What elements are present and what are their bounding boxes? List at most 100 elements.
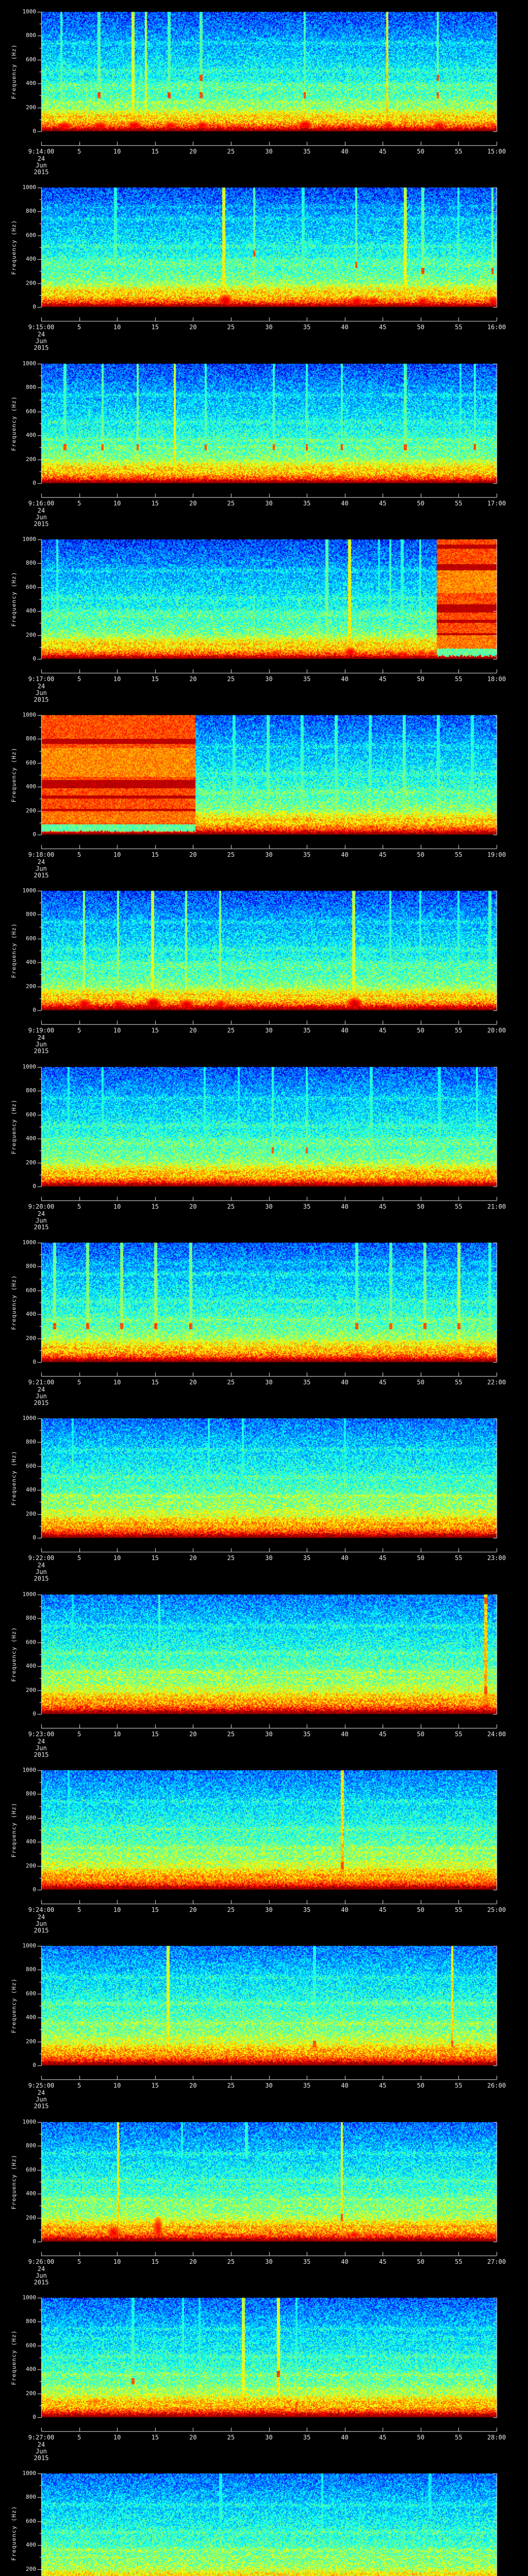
x-axis-tick-label: 50: [417, 851, 425, 858]
start-time-label: 9:14:00: [28, 148, 55, 155]
y-axis-tick-label: 1000: [22, 887, 37, 894]
x-axis-tick-label: 15: [151, 148, 159, 155]
x-axis-tick-label: 35: [303, 1203, 311, 1210]
y-axis-tick-label: 0: [32, 1710, 36, 1717]
y-axis-tick-label: 200: [26, 2038, 36, 2045]
date-label: Jun: [36, 1041, 47, 1048]
x-axis-tick-label: 40: [341, 2082, 349, 2089]
y-axis-title: Frequency (Hz): [10, 747, 18, 803]
x-axis-tick-label: 5: [77, 1731, 81, 1738]
x-axis-tick-label: 15: [151, 1203, 159, 1210]
y-axis-tick-label: 600: [26, 408, 36, 415]
y-axis-title: Frequency (Hz): [10, 1626, 18, 1682]
y-axis-tick-label: 600: [26, 56, 36, 63]
date-label: 24: [37, 1562, 45, 1569]
x-axis-tick-label: 55: [455, 148, 463, 155]
x-axis-tick-label: 45: [379, 1906, 387, 1913]
y-axis-tick-label: 200: [26, 1686, 36, 1693]
x-axis-tick-label: 5: [77, 1554, 81, 1562]
x-axis-tick-label: 15: [151, 1731, 159, 1738]
start-time-label: 9:24:00: [28, 1906, 55, 1913]
y-axis-tick-label: 1000: [22, 1767, 37, 1773]
spectrogram-panel-9-20-00: Frequency (Hz) 1000 800 600 400 200 0 5 10 15 20 2…: [0, 1055, 528, 1231]
spectrogram-panel-9-28-00: Frequency (Hz) 1000800600400200051015202…: [0, 2462, 528, 2576]
x-axis-tick-label: 30: [265, 1203, 273, 1210]
x-axis-tick-label: 50: [417, 2082, 425, 2089]
date-label: Jun: [36, 2096, 47, 2103]
x-axis-tick-label: 45: [379, 1731, 387, 1738]
x-axis-tick-label: 10: [113, 324, 121, 331]
date-label: 24: [37, 507, 45, 514]
y-axis-tick-label: 600: [26, 1638, 36, 1646]
y-axis-tick-label: 400: [26, 2366, 36, 2373]
spectrogram-panel-9-14-00: Frequency (Hz) 1000 800 600 400 200 0 5 10 15 20 2…: [0, 0, 528, 176]
spectrogram-panel-9-16-00: Frequency (Hz) 1000 800 600 400 200 0 5 10 15 20 2…: [0, 352, 528, 528]
start-time-label: 9:23:00: [28, 1731, 55, 1738]
x-axis-tick-label: 20: [189, 1203, 197, 1210]
x-axis-tick-label: 25: [227, 851, 235, 858]
date-label: Jun: [36, 337, 47, 345]
x-axis-tick-label: 5: [77, 2434, 81, 2441]
date-label: 2015: [34, 1751, 49, 1758]
x-axis-tick-label: 15: [151, 2082, 159, 2089]
x-axis-tick-label: 10: [113, 1554, 121, 1562]
x-axis-tick-label: 25: [227, 2434, 235, 2441]
y-axis-title: Frequency (Hz): [10, 1978, 18, 2033]
y-axis-tick-label: 800: [26, 208, 36, 215]
x-axis-tick-label: 10: [113, 2082, 121, 2089]
x-axis-tick-label: 30: [265, 2082, 273, 2089]
y-axis-tick-label: 800: [26, 2494, 36, 2501]
y-axis-tick-label: 0: [32, 2238, 36, 2245]
y-axis-tick-label: 400: [26, 256, 36, 263]
y-axis-tick-label: 800: [26, 1615, 36, 1622]
x-axis-tick-label: 10: [113, 1906, 121, 1913]
x-axis-tick-label: 40: [341, 2434, 349, 2441]
x-axis-tick-label: 10: [113, 851, 121, 858]
x-axis-tick-label: 30: [265, 1379, 273, 1386]
x-axis-tick-label: 20: [189, 500, 197, 507]
end-time-label: 24:00: [487, 1731, 506, 1738]
x-axis-tick-label: 35: [303, 1554, 311, 1562]
end-time-label: 21:00: [487, 1203, 506, 1210]
end-time-label: 15:00: [487, 148, 506, 155]
y-axis-title: Frequency (Hz): [10, 923, 18, 978]
x-axis-tick-label: 45: [379, 2258, 387, 2265]
x-axis-tick-label: 40: [341, 1203, 349, 1210]
date-label: 2015: [34, 2279, 49, 2286]
y-axis-tick-label: 600: [26, 2517, 36, 2524]
x-axis-tick-label: 20: [189, 1906, 197, 1913]
spectrogram-panel-9-27-00: Frequency (Hz) 1000 800 600 400 200 0 5 10 15 20 2…: [0, 2286, 528, 2462]
x-axis-tick-label: 45: [379, 1554, 387, 1562]
y-axis-tick-label: 400: [26, 432, 36, 439]
x-axis-tick-label: 20: [189, 2434, 197, 2441]
date-label: 24: [37, 2441, 45, 2448]
x-axis-tick-label: 40: [341, 1731, 349, 1738]
y-axis-tick-label: 200: [26, 1159, 36, 1166]
x-axis-tick-label: 10: [113, 1379, 121, 1386]
x-axis-tick-label: 20: [189, 148, 197, 155]
date-label: Jun: [36, 865, 47, 872]
start-time-label: 9:26:00: [28, 2258, 55, 2265]
x-axis-tick-label: 20: [189, 324, 197, 331]
x-axis-tick-label: 20: [189, 2258, 197, 2265]
y-axis-tick-label: 200: [26, 2565, 36, 2572]
start-time-label: 9:16:00: [28, 500, 55, 507]
y-axis-title: Frequency (Hz): [10, 1099, 18, 1155]
x-axis-tick-label: 30: [265, 324, 273, 331]
x-axis-tick-label: 55: [455, 1203, 463, 1210]
x-axis-tick-label: 20: [189, 1731, 197, 1738]
x-axis-tick-label: 5: [77, 324, 81, 331]
date-label: 24: [37, 2265, 45, 2273]
start-time-label: 9:22:00: [28, 1554, 55, 1562]
y-axis-tick-label: 800: [26, 1087, 36, 1094]
y-axis-tick-label: 0: [32, 1007, 36, 1013]
x-axis-tick-label: 25: [227, 1731, 235, 1738]
date-label: 2015: [34, 344, 49, 351]
end-time-label: 17:00: [487, 500, 506, 507]
start-time-label: 9:19:00: [28, 1027, 55, 1034]
x-axis-tick-label: 55: [455, 851, 463, 858]
date-label: 2015: [34, 872, 49, 879]
start-time-label: 9:20:00: [28, 1203, 55, 1210]
x-axis-tick-label: 55: [455, 2082, 463, 2089]
x-axis-tick-label: 30: [265, 2258, 273, 2265]
